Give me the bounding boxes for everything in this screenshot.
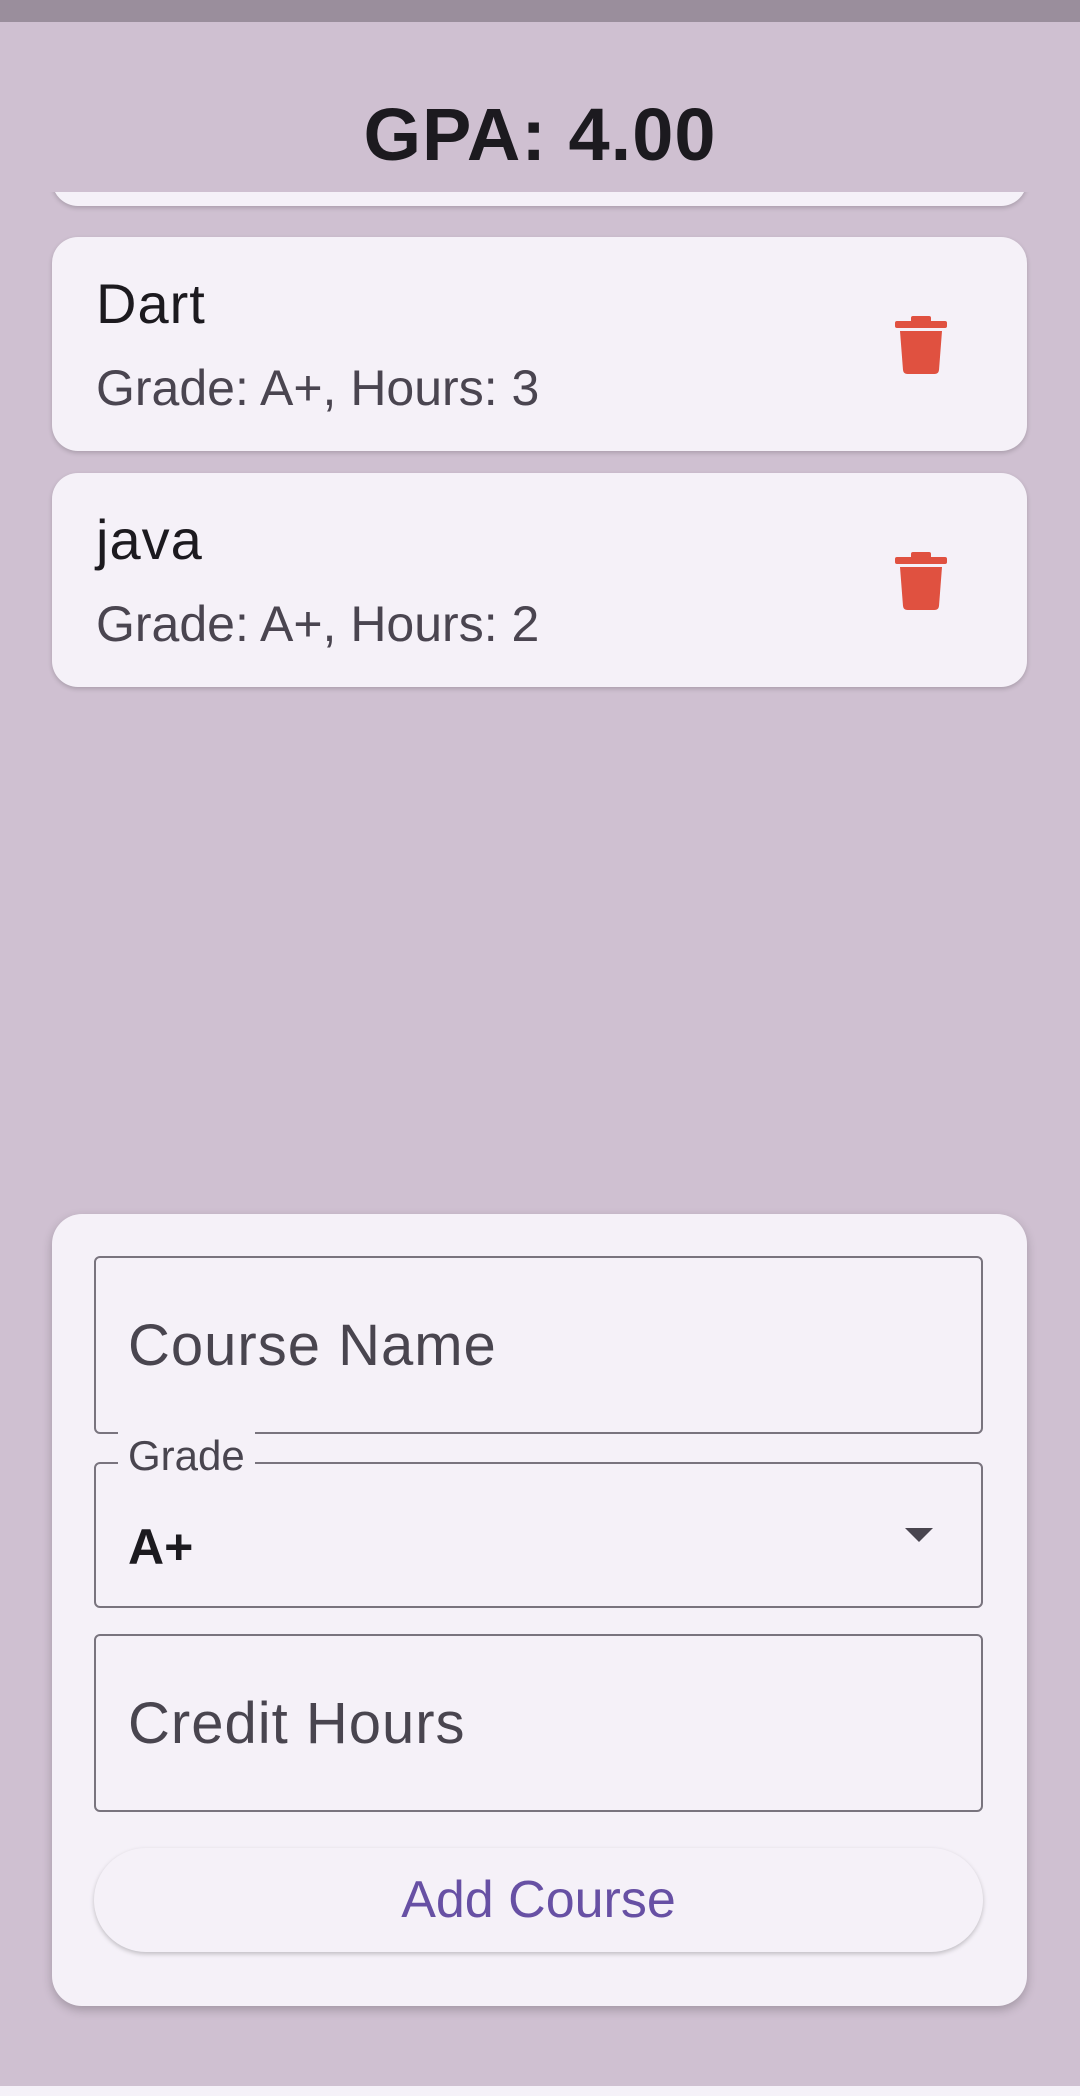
add-course-button[interactable]: Add Course: [94, 1848, 983, 1952]
course-name: Dart: [96, 272, 206, 335]
credit-hours-input[interactable]: Credit Hours: [94, 1634, 983, 1812]
delete-course-button[interactable]: [893, 551, 949, 611]
course-details: Grade: A+, Hours: 2: [96, 596, 540, 652]
bottom-edge: [0, 2086, 1080, 2096]
add-course-form: Course Name Grade A+ Credit Hours Add Co…: [52, 1214, 1027, 2006]
course-card: Dart Grade: A+, Hours: 3: [52, 237, 1027, 451]
status-bar: [0, 0, 1080, 22]
gpa-display: GPA: 4.00: [363, 93, 717, 176]
grade-select[interactable]: Grade A+: [94, 1432, 983, 1608]
trash-icon: [895, 552, 947, 610]
course-name-input[interactable]: Course Name: [94, 1256, 983, 1434]
course-name-placeholder: Course Name: [128, 1313, 497, 1378]
course-card: java Grade: A+, Hours: 2: [52, 473, 1027, 687]
trash-icon: [895, 316, 947, 374]
course-details: Grade: A+, Hours: 3: [96, 360, 540, 416]
delete-course-button[interactable]: [893, 315, 949, 375]
credit-hours-placeholder: Credit Hours: [128, 1691, 466, 1756]
grade-selected-value: A+: [128, 1519, 194, 1575]
grade-label: Grade: [118, 1432, 255, 1480]
course-card-partial: [52, 192, 1027, 206]
caret-down-icon: [905, 1528, 933, 1542]
course-name: java: [96, 508, 203, 571]
course-list[interactable]: Dart Grade: A+, Hours: 3 java Grade: A+,…: [0, 192, 1080, 712]
